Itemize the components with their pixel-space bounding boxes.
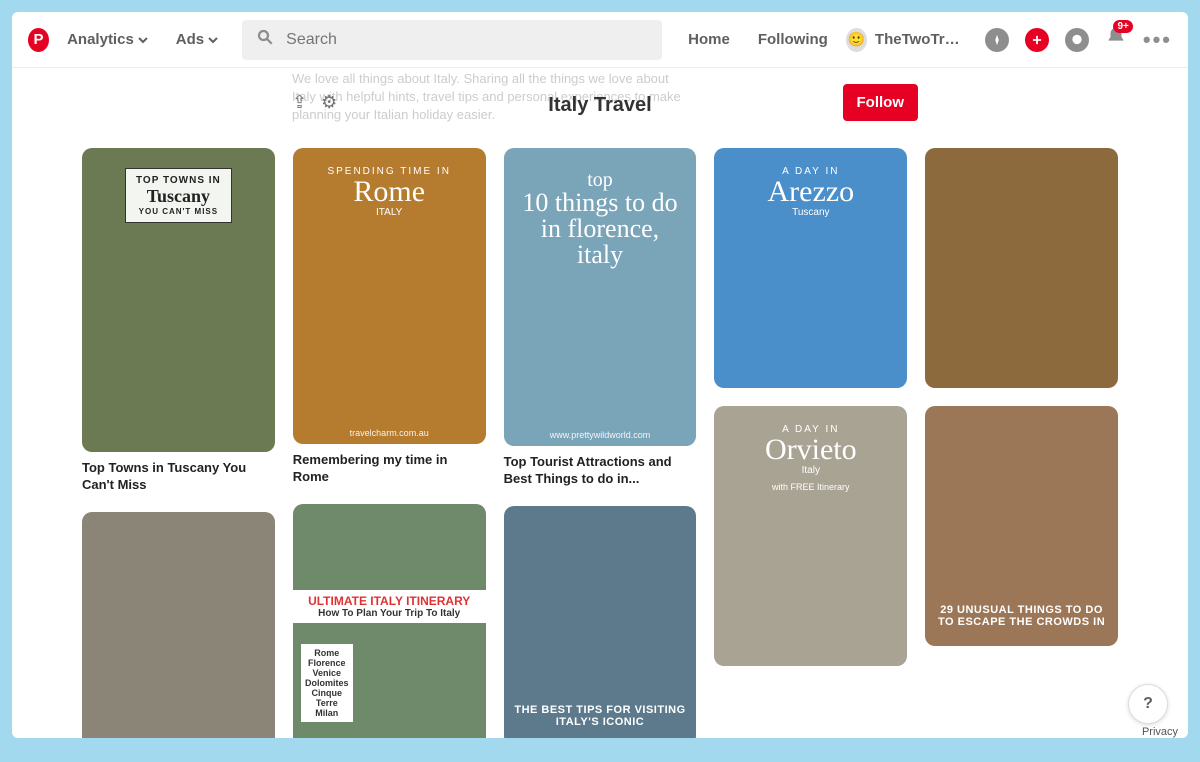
pin[interactable]: THE BEST TIPS FOR VISITING ITALY'S ICONI… [504, 506, 697, 738]
notification-badge: 9+ [1113, 20, 1132, 33]
board-title: Italy Travel [12, 94, 1188, 117]
search-bar[interactable] [242, 20, 662, 60]
pin-overlay-text: TOP TOWNS INTuscanyYOU CAN'T MISS [125, 168, 232, 223]
board-header: We love all things about Italy. Sharing … [12, 68, 1188, 134]
pin-image[interactable]: THE BEST TIPS FOR VISITING ITALY'S ICONI… [504, 506, 697, 738]
pin-banner-text: 29 UNUSUAL THINGS TO DO TO ESCAPE THE CR… [935, 604, 1108, 628]
more-icon[interactable]: ••• [1143, 27, 1172, 53]
chevron-down-icon [138, 35, 148, 45]
pin-source-note: travelcharm.com.au [293, 428, 486, 438]
pin-image[interactable]: TOP TOWNS INTuscanyYOU CAN'T MISS [82, 148, 275, 452]
compass-icon[interactable] [985, 28, 1009, 52]
pin-title-overlay: A DAY INArezzoTuscany [714, 166, 907, 218]
chevron-down-icon [208, 35, 218, 45]
pin-image[interactable]: top10 things to doin florence,italy www.p… [504, 148, 697, 446]
pin[interactable]: ULTIMATE ITALY ITINERARYHow To Plan Your… [293, 504, 486, 738]
pin-grid: TOP TOWNS INTuscanyYOU CAN'T MISS Top Tow… [12, 134, 1188, 738]
pin[interactable] [925, 148, 1118, 388]
pinterest-logo[interactable]: P [28, 28, 49, 52]
pin[interactable]: EXPLORING THE OLD CITY OFFLORENCE ON A B… [82, 512, 275, 738]
pin-image[interactable]: A DAY INOrvietoItalywith FREE Itinerary [714, 406, 907, 666]
pin[interactable]: TOP TOWNS INTuscanyYOU CAN'T MISS Top Tow… [82, 148, 275, 494]
follow-button[interactable]: Follow [843, 84, 919, 121]
username-label[interactable]: TheTwoTrav... [875, 31, 961, 48]
chat-icon[interactable] [1065, 28, 1089, 52]
search-input[interactable] [286, 31, 648, 49]
user-avatar[interactable]: 🙂 [846, 28, 867, 52]
pin[interactable]: 29 UNUSUAL THINGS TO DO TO ESCAPE THE CR… [925, 406, 1118, 646]
pin-stacked-title: top10 things to doin florence,italy [504, 170, 697, 268]
top-header: P Analytics Ads Home Following 🙂 TheTwoT… [12, 12, 1188, 68]
pin-caption: Remembering my time in Rome [293, 452, 486, 486]
add-icon[interactable] [1025, 28, 1049, 52]
nav-following[interactable]: Following [748, 23, 838, 56]
pin-image[interactable]: A DAY INArezzoTuscany [714, 148, 907, 388]
pin[interactable]: A DAY INOrvietoItalywith FREE Itinerary [714, 406, 907, 666]
pin-image[interactable]: ULTIMATE ITALY ITINERARYHow To Plan Your… [293, 504, 486, 738]
notifications-icon[interactable]: 9+ [1105, 26, 1127, 53]
pin[interactable]: SPENDING TIME INRomeITALY travelcharm.com… [293, 148, 486, 486]
pin-city-list: Rome Florence Venice Dolomites Cinque Te… [301, 644, 353, 722]
pin-image[interactable]: 29 UNUSUAL THINGS TO DO TO ESCAPE THE CR… [925, 406, 1118, 646]
pin-image[interactable]: EXPLORING THE OLD CITY OFFLORENCE ON A B… [82, 512, 275, 738]
pin-caption: Top Tourist Attractions and Best Things … [504, 454, 697, 488]
help-button[interactable]: ? [1128, 684, 1168, 724]
pin-image[interactable]: SPENDING TIME INRomeITALY travelcharm.com… [293, 148, 486, 444]
nav-ads-label: Ads [176, 31, 204, 48]
nav-ads[interactable]: Ads [166, 23, 228, 56]
pin-image[interactable] [925, 148, 1118, 388]
pin[interactable]: top10 things to doin florence,italy www.p… [504, 148, 697, 488]
search-icon [256, 28, 274, 51]
nav-analytics-label: Analytics [67, 31, 134, 48]
pin-source-note: www.prettywildworld.com [504, 430, 697, 440]
nav-analytics[interactable]: Analytics [57, 23, 158, 56]
pin-banner-text: THE BEST TIPS FOR VISITING ITALY'S ICONI… [514, 704, 687, 728]
pin-caption: Top Towns in Tuscany You Can't Miss [82, 460, 275, 494]
pin[interactable]: A DAY INArezzoTuscany [714, 148, 907, 388]
pin-title-overlay: SPENDING TIME INRomeITALY [293, 166, 486, 218]
privacy-link[interactable]: Privacy [1142, 726, 1178, 738]
pin-title-overlay: A DAY INOrvietoItalywith FREE Itinerary [714, 424, 907, 492]
pin-headline: ULTIMATE ITALY ITINERARYHow To Plan Your… [293, 590, 486, 623]
nav-home[interactable]: Home [678, 23, 740, 56]
